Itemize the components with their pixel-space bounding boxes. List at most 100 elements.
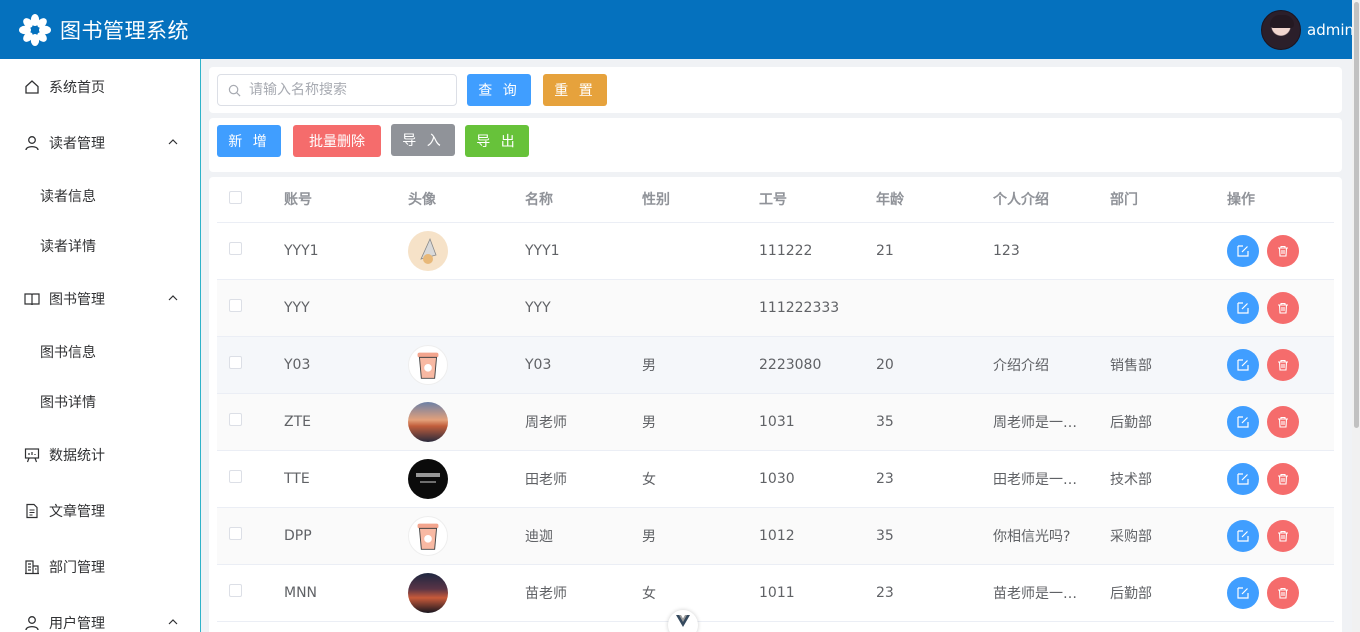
cell-intro: 介绍介绍 <box>993 336 1110 394</box>
row-checkbox[interactable] <box>229 242 242 255</box>
table-row: MNN 苗老师 女 1011 23 苗老师是一… 后勤部 <box>217 564 1334 622</box>
row-checkbox[interactable] <box>229 584 242 597</box>
search-bar: 查 询 重 置 <box>209 67 1342 113</box>
column-header: 头像 <box>408 177 525 223</box>
reset-button[interactable]: 重 置 <box>543 74 607 106</box>
edit-button[interactable] <box>1227 576 1259 609</box>
delete-button[interactable] <box>1267 576 1299 609</box>
column-header: 部门 <box>1110 177 1227 223</box>
query-button[interactable]: 查 询 <box>467 74 531 106</box>
trash-icon <box>1278 416 1288 428</box>
delete-button[interactable] <box>1267 291 1299 324</box>
edit-icon <box>1237 358 1249 371</box>
cell-intro: 周老师是一… <box>993 393 1110 451</box>
edit-button[interactable] <box>1227 519 1259 552</box>
sidebar-item-articles[interactable]: 文章管理 <box>0 483 200 539</box>
cell-gender: 女 <box>642 564 759 622</box>
column-header: 账号 <box>284 177 408 223</box>
delete-button[interactable] <box>1267 348 1299 381</box>
sidebar-subitem-reader-detail[interactable]: 读者详情 <box>0 221 200 271</box>
table-header-row: 账号 头像 名称 性别 工号 年龄 个人介绍 部门 操作 <box>217 177 1334 223</box>
table-row: DPP 迪迦 男 1012 35 你相信光吗? 采购部 <box>217 507 1334 565</box>
cell-name: 周老师 <box>525 393 642 451</box>
sidebar-item-books[interactable]: 图书管理 <box>0 271 200 327</box>
delete-button[interactable] <box>1267 519 1299 552</box>
username[interactable]: admin <box>1307 21 1354 39</box>
sidebar-subitem-reader-info[interactable]: 读者信息 <box>0 171 200 221</box>
add-button[interactable]: 新 增 <box>217 125 281 157</box>
cup-avatar <box>408 344 448 385</box>
delete-button[interactable] <box>1267 405 1299 438</box>
cell-name: YYY1 <box>525 222 642 280</box>
cell-age: 35 <box>876 507 993 565</box>
cell-dept: 采购部 <box>1110 507 1227 565</box>
row-checkbox[interactable] <box>229 527 242 540</box>
chevron-up-icon <box>168 619 178 625</box>
table-row: TTE 田老师 女 1030 23 田老师是一… 技术部 <box>217 450 1334 508</box>
edit-button[interactable] <box>1227 405 1259 438</box>
home-icon <box>24 79 40 95</box>
edit-button[interactable] <box>1227 348 1259 381</box>
column-header: 操作 <box>1227 177 1334 223</box>
row-checkbox[interactable] <box>229 470 242 483</box>
cell-dept: 技术部 <box>1110 450 1227 508</box>
sidebar-item-readers[interactable]: 读者管理 <box>0 115 200 171</box>
user-avatar[interactable] <box>1261 9 1301 50</box>
row-checkbox[interactable] <box>229 356 242 369</box>
data-table-card: 账号 头像 名称 性别 工号 年龄 个人介绍 部门 操作 YYY1 YYY1 1… <box>209 177 1342 632</box>
sidebar-item-departments[interactable]: 部门管理 <box>0 539 200 595</box>
cell-gender: 女 <box>642 450 759 508</box>
table-row: Y03 Y03 男 2223080 20 介绍介绍 销售部 <box>217 336 1334 394</box>
cell-age <box>876 279 993 337</box>
sidebar-item-label: 部门管理 <box>49 560 105 576</box>
cell-dept: 销售部 <box>1110 336 1227 394</box>
cell-gender <box>642 279 759 337</box>
cell-number: 1031 <box>759 393 876 451</box>
sidebar-subitem-book-info[interactable]: 图书信息 <box>0 327 200 377</box>
sidebar-item-statistics[interactable]: 数据统计 <box>0 427 200 483</box>
cell-gender: 男 <box>642 393 759 451</box>
table-row: YYY1 YYY1 111222 21 123 <box>217 222 1334 280</box>
row-checkbox[interactable] <box>229 413 242 426</box>
main-content: 查 询 重 置 新 增 批量删除 导 入 导 出 账号 头像 名称 性别 工号 … <box>209 67 1342 632</box>
sidebar-item-label: 文章管理 <box>49 504 105 520</box>
document-icon <box>24 503 40 519</box>
sidebar-item-label: 系统首页 <box>49 80 105 96</box>
edit-icon <box>1237 586 1249 599</box>
delete-button[interactable] <box>1267 462 1299 495</box>
delete-button[interactable] <box>1267 234 1299 267</box>
cell-intro: 你相信光吗? <box>993 507 1110 565</box>
sidebar-item-users[interactable]: 用户管理 <box>0 595 200 632</box>
sidebar-subitem-book-detail[interactable]: 图书详情 <box>0 377 200 427</box>
cell-gender: 男 <box>642 507 759 565</box>
cell-avatar <box>408 279 525 337</box>
select-all-checkbox[interactable] <box>229 190 242 204</box>
dark-text-avatar <box>408 458 448 499</box>
edit-button[interactable] <box>1227 462 1259 495</box>
edit-button[interactable] <box>1227 234 1259 267</box>
export-button[interactable]: 导 出 <box>465 125 529 157</box>
brand: 图书管理系统 <box>18 13 189 47</box>
user-icon <box>24 135 40 151</box>
row-checkbox[interactable] <box>229 299 242 312</box>
user-menu[interactable]: admin <box>1261 9 1354 50</box>
app-title: 图书管理系统 <box>60 18 189 43</box>
cell-age: 23 <box>876 564 993 622</box>
sidebar-item-home[interactable]: 系统首页 <box>0 59 200 115</box>
import-button[interactable]: 导 入 <box>391 124 455 156</box>
cell-age: 21 <box>876 222 993 280</box>
dusk-avatar <box>408 572 448 613</box>
table-row: ZTE 周老师 男 1031 35 周老师是一… 后勤部 <box>217 393 1334 451</box>
devtools-toggle-button[interactable] <box>668 610 698 632</box>
page-scrollbar-thumb[interactable] <box>1354 2 1359 428</box>
edit-icon <box>1237 472 1249 485</box>
cell-age: 20 <box>876 336 993 394</box>
sidebar-item-label: 数据统计 <box>49 448 105 464</box>
cell-number: 2223080 <box>759 336 876 394</box>
search-field[interactable] <box>217 74 457 106</box>
batch-delete-button[interactable]: 批量删除 <box>293 125 381 157</box>
search-input[interactable] <box>249 82 449 98</box>
edit-icon <box>1237 415 1249 428</box>
edit-button[interactable] <box>1227 291 1259 324</box>
cell-account: MNN <box>284 564 408 622</box>
